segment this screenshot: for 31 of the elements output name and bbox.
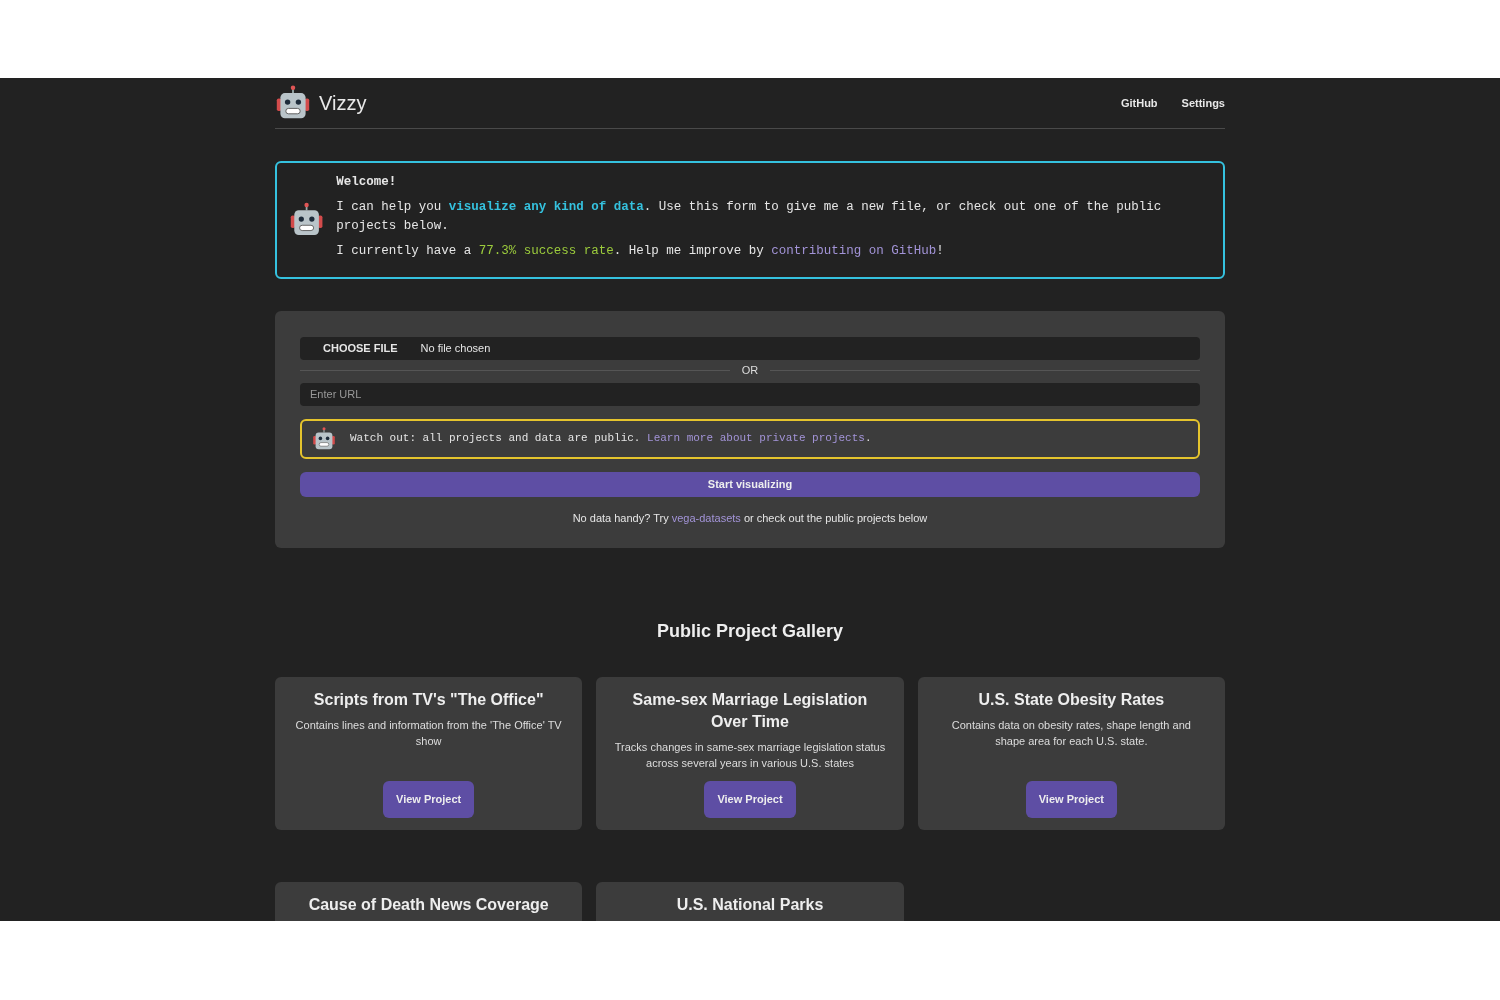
warning-text: Watch out: all projects and data are public. Learn more about private projects. [350, 431, 872, 447]
project-description: Contains lines and information from the 'The Office' TV show [294, 718, 563, 749]
github-link[interactable]: contributing on GitHub [771, 244, 937, 258]
choose-file-button[interactable]: CHOOSE FILE [300, 340, 421, 357]
robot-logo-icon [275, 85, 311, 121]
gallery-title: Public Project Gallery [655, 620, 845, 643]
project-title: U.S. State Obesity Rates [978, 690, 1165, 710]
view-project-button[interactable]: View Project [704, 781, 796, 818]
file-field[interactable]: CHOOSE FILE No file chosen [300, 337, 1200, 360]
project-title: Cause of Death News Coverage [308, 895, 549, 915]
or-divider-text: OR [741, 363, 759, 379]
vega-datasets-link[interactable]: vega-datasets [671, 511, 741, 524]
view-project-button[interactable]: View Project [1025, 781, 1117, 818]
start-visualizing-button[interactable]: Start visualizing [300, 471, 1200, 497]
url-input-field[interactable]: Enter URL [300, 382, 1200, 406]
brand-name: Vizzy [319, 91, 367, 116]
welcome-text: I currently have a 77.3% success rate. Help me improve by contributing on GitHub! [336, 243, 945, 260]
hint-text: No data handy? Try vega-datasets or check out the public projects below [571, 510, 929, 526]
view-project-button[interactable]: View Project [383, 781, 475, 818]
private-projects-link[interactable]: Learn more about private projects [647, 432, 865, 445]
project-title: Same-sex Marriage Legislation Over Time [631, 690, 869, 732]
nav-link[interactable]: Settings [1181, 94, 1225, 112]
robot-icon [312, 426, 336, 451]
project-title: U.S. National Parks [676, 895, 824, 915]
project-description: Tracks changes in same-sex marriage legislation status across several years in various U.S. states [614, 740, 886, 771]
welcome-text: I can help you visualize any kind of data. Use this form to give me a new file, or check out one of the public projects below. [336, 199, 1163, 235]
project-title: Scripts from TV's "The Office" [313, 690, 544, 710]
file-status: No file chosen [420, 341, 491, 357]
welcome-title: Welcome! [336, 174, 398, 191]
project-description: Contains data on obesity rates, shape length and shape area for each U.S. state. [950, 718, 1192, 749]
nav-link[interactable]: GitHub [1120, 94, 1158, 112]
